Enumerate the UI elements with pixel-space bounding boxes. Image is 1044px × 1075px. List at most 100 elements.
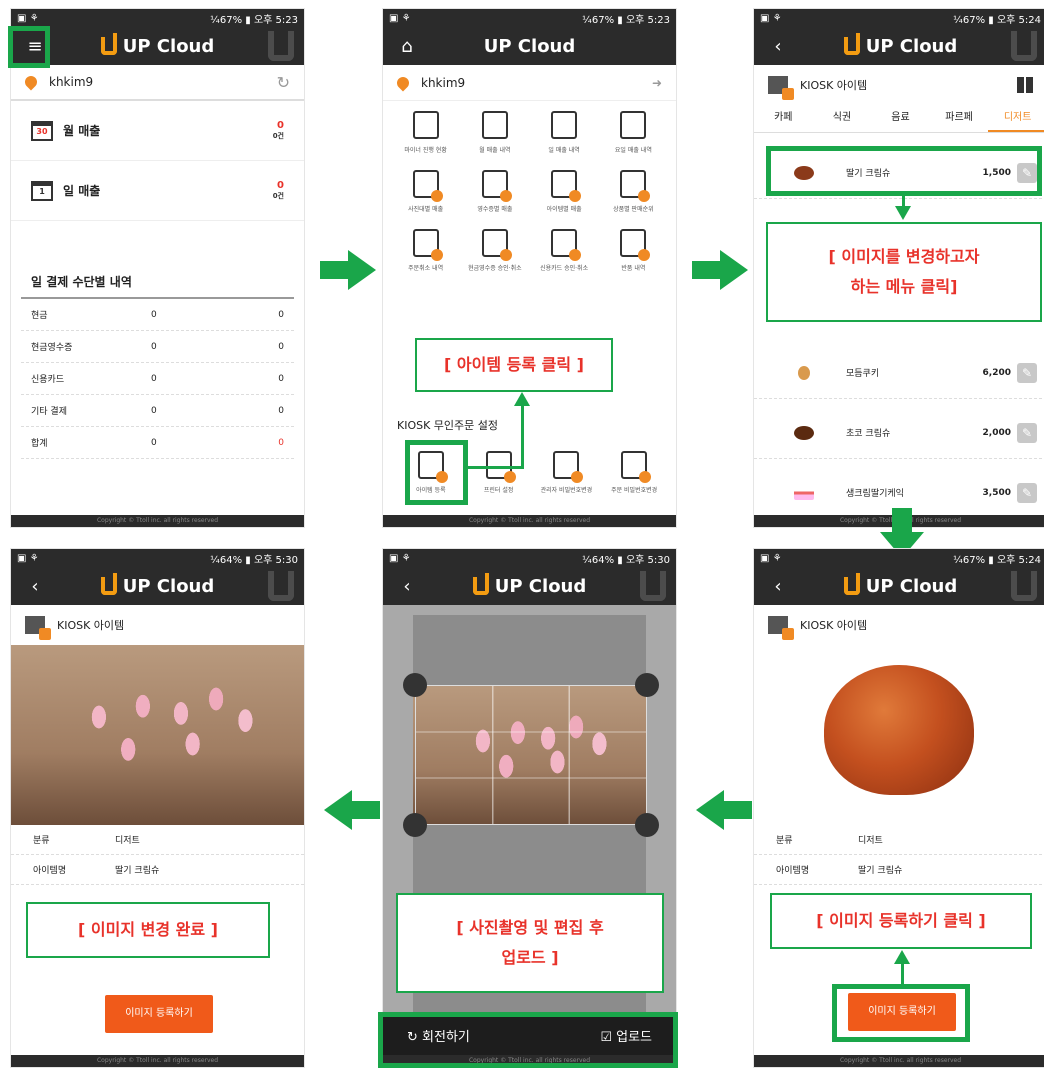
kiosk-header: KIOSK 아이템 — [754, 65, 1044, 105]
calendar-icon — [620, 111, 647, 139]
list-item[interactable]: 초코 크림슈 2,000 ✎ — [754, 407, 1044, 459]
menu-item[interactable]: 현금영수증 승인·취소 — [460, 229, 529, 272]
tab-drink[interactable]: 음료 — [871, 105, 930, 132]
user-row: khkim9 ➜ — [383, 65, 676, 101]
footer: Copyright © Ttoll inc. all rights reserv… — [754, 1055, 1044, 1067]
report-icon — [412, 111, 439, 139]
table-row: 신용카드 0 0 — [21, 363, 294, 395]
location-pin-icon — [394, 74, 412, 91]
menu-item[interactable]: 주문취소 내역 — [391, 229, 460, 272]
status-bar: ▣ ⚘ ¼67% ▮ 오후 5:24 — [754, 9, 1044, 27]
up-cloud-logo-icon — [843, 573, 860, 595]
callout-select-item: [ 이미지를 변경하고자 하는 메뉴 클릭] — [766, 222, 1042, 322]
edit-pencil-icon: ✎ — [1017, 422, 1037, 443]
item-image — [754, 645, 1044, 825]
flow-arrow-left — [692, 790, 752, 830]
highlight-item-register — [405, 440, 468, 505]
tab-cafe[interactable]: 카페 — [754, 105, 813, 132]
item-name-row: 아이템명 딸기 크림슈 — [11, 855, 304, 885]
watermark-logo-icon — [1011, 31, 1037, 61]
edit-pencil-icon: ✎ — [1017, 482, 1037, 503]
app-bar: ‹ UP Cloud — [754, 567, 1044, 605]
up-cloud-logo-icon — [843, 33, 860, 55]
register-image-button[interactable]: 이미지 등록하기 — [105, 995, 213, 1033]
app-title: UP Cloud — [11, 33, 304, 57]
crop-handle[interactable] — [635, 673, 659, 697]
logout-icon[interactable]: ➜ — [652, 76, 662, 90]
crop-handle[interactable] — [403, 673, 427, 697]
order-password-button[interactable]: 주문 비밀번호변경 — [600, 451, 668, 494]
user-lock-icon — [553, 451, 584, 483]
crop-handle[interactable] — [403, 813, 427, 837]
refresh-icon[interactable]: ↻ — [277, 73, 290, 92]
menu-item[interactable]: 아이템별 매출 — [530, 170, 599, 213]
item-thumbnail — [798, 365, 810, 380]
calendar-month-icon: 30 — [31, 120, 53, 141]
tab-meal[interactable]: 식권 — [813, 105, 872, 132]
footer: Copyright © Ttoll inc. all rights reserv… — [383, 515, 676, 527]
callout-photo-edit: [ 사진촬영 및 편집 후 업로드 ] — [396, 893, 664, 993]
app-title: UP Cloud — [483, 35, 576, 57]
menu-item[interactable]: 요일 매출 내역 — [599, 111, 668, 154]
cash-receipt-icon — [481, 229, 512, 261]
menu-item[interactable]: 신용카드 승인·취소 — [530, 229, 599, 272]
app-title: UP Cloud — [754, 573, 1044, 597]
flow-arrow-left — [320, 790, 380, 830]
item-thumbnail — [794, 425, 814, 440]
table-row: 현금 0 0 — [21, 299, 294, 331]
screen-dashboard: ▣ ⚘ ¼67% ▮ 오후 5:23 ≡ UP Cloud khkim9 ↻ 30… — [10, 8, 305, 528]
status-bar: ▣ ⚘ ¼67% ▮ 오후 5:24 — [754, 549, 1044, 567]
list-item[interactable]: 모듬쿠키 6,200 ✎ — [754, 347, 1044, 399]
table-row: 합계 0 0 — [21, 427, 294, 459]
admin-password-button[interactable]: 관리자 비밀번호변경 — [533, 451, 601, 494]
highlight-register-button — [832, 984, 970, 1042]
app-bar: ‹ UP Cloud — [754, 27, 1044, 65]
receipt-icon — [481, 170, 512, 202]
highlight-item-row — [766, 146, 1042, 196]
daily-sales-row[interactable]: 1 일 매출 0 0건 — [11, 161, 304, 221]
item-name-row: 아이템명 딸기 크림슈 — [754, 855, 1044, 885]
cream-puff-image — [824, 665, 974, 795]
refund-icon — [620, 229, 651, 261]
crop-handle[interactable] — [635, 813, 659, 837]
monthly-sales-row[interactable]: 30 월 매출 0 0건 — [11, 101, 304, 161]
status-bar: ▣ ⚘ ¼64% ▮ 오후 5:30 — [11, 549, 304, 567]
up-cloud-logo-icon — [472, 573, 489, 595]
menu-item[interactable]: 영수증별 매출 — [460, 170, 529, 213]
category-row: 분류 디저트 — [11, 825, 304, 855]
footer: Copyright © Ttoll inc. all rights reserv… — [11, 515, 304, 527]
app-bar: ‹ UP Cloud — [383, 567, 676, 605]
menu-item[interactable]: 마이너 진행 현황 — [391, 111, 460, 154]
menu-item[interactable]: 월 매출 내역 — [460, 111, 529, 154]
grid-view-icon[interactable] — [1017, 77, 1033, 93]
tab-dessert[interactable]: 디저트 — [988, 105, 1044, 132]
watermark-logo-icon — [640, 571, 666, 601]
credit-card-icon — [551, 229, 582, 261]
app-bar: ‹ UP Cloud — [11, 567, 304, 605]
category-row: 분류 디저트 — [754, 825, 1044, 855]
box-camera-icon — [768, 76, 794, 100]
cancel-order-icon — [412, 229, 443, 261]
menu-item[interactable]: 상품별 판매순위 — [599, 170, 668, 213]
table-row: 현금영수증 0 0 — [21, 331, 294, 363]
menu-item[interactable]: 반품 내역 — [599, 229, 668, 272]
calendar-icon — [551, 111, 578, 139]
app-title: UP Cloud — [383, 573, 676, 597]
box-chart-icon — [551, 170, 582, 202]
screen-item-updated: ▣ ⚘ ¼64% ▮ 오후 5:30 ‹ UP Cloud KIOSK 아이템 분… — [10, 548, 305, 1068]
menu-item[interactable]: 사진대별 매출 — [391, 170, 460, 213]
callout-change-complete: [ 이미지 변경 완료 ] — [26, 902, 270, 958]
footer: Copyright © Ttoll inc. all rights reserv… — [11, 1055, 304, 1067]
username: khkim9 — [49, 75, 94, 89]
highlight-toolbar — [378, 1012, 678, 1068]
kiosk-header: KIOSK 아이템 — [11, 605, 304, 645]
callout-arrow-up — [514, 392, 530, 406]
bar-chart-icon — [620, 170, 651, 202]
menu-item[interactable]: 일 매출 내역 — [530, 111, 599, 154]
crop-grid[interactable] — [415, 685, 647, 825]
tab-parfait[interactable]: 파르페 — [930, 105, 989, 132]
kiosk-header: KIOSK 아이템 — [754, 605, 1044, 645]
up-cloud-logo-icon — [100, 573, 117, 595]
menu-grid: 마이너 진행 현황 월 매출 내역 일 매출 내역 요일 매출 내역 사진대별 … — [383, 101, 676, 272]
category-tabs: 카페 식권 음료 파르페 디저트 — [754, 105, 1044, 133]
